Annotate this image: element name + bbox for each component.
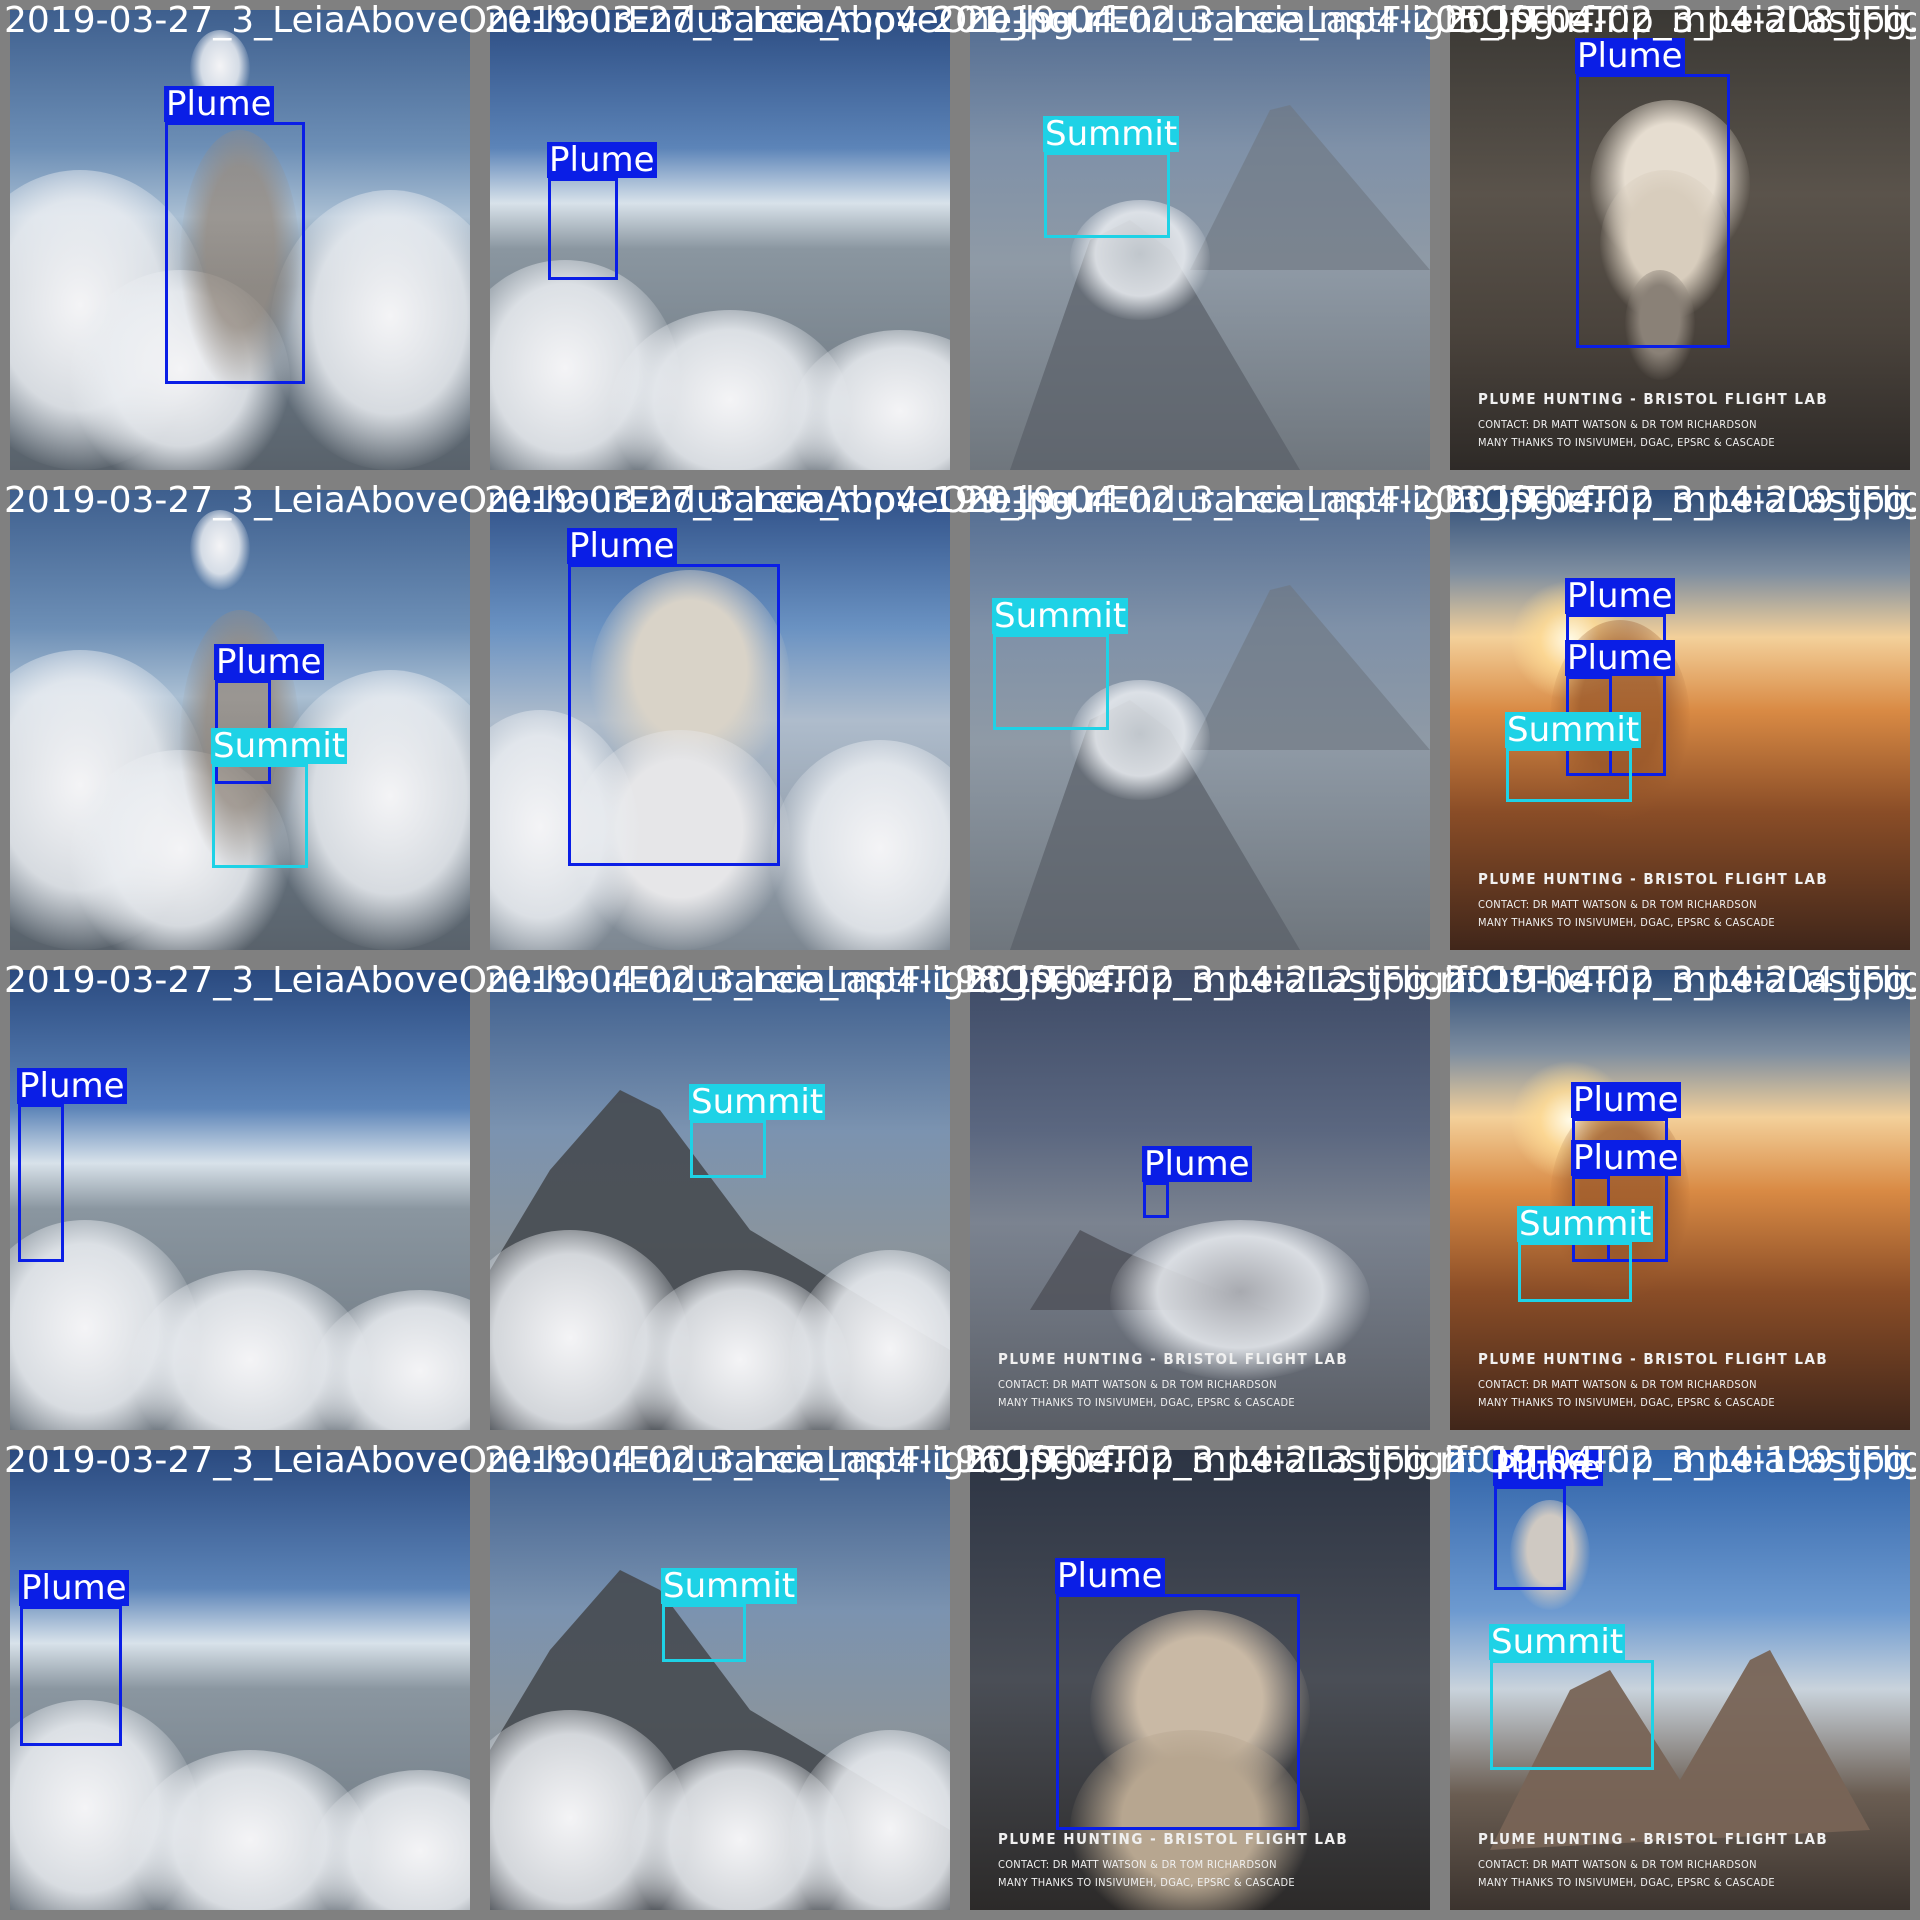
caption-contact: CONTACT: DR MATT WATSON & DR TOM RICHARD… xyxy=(1478,898,1757,911)
plume-label: Plume xyxy=(19,1568,129,1608)
plume-bounding-box xyxy=(18,1104,64,1262)
photo: PLUME HUNTING - BRISTOL FLIGHT LAB CONTAC… xyxy=(970,970,1430,1430)
image-tile: Plume xyxy=(0,960,480,1440)
caption-title: PLUME HUNTING - BRISTOL FLIGHT LAB xyxy=(1478,870,1829,888)
plume-label: Plume xyxy=(1571,1080,1681,1120)
caption-thanks: MANY THANKS TO INSIVUMEH, DGAC, EPSRC & … xyxy=(1478,436,1775,449)
caption-thanks: MANY THANKS TO INSIVUMEH, DGAC, EPSRC & … xyxy=(1478,1876,1775,1889)
summit-label: Summit xyxy=(1505,710,1642,750)
image-tile: Plume xyxy=(0,0,480,480)
caption-contact: CONTACT: DR MATT WATSON & DR TOM RICHARD… xyxy=(1478,418,1757,431)
image-filename: 2019-04-02_3_LeiaLastFlightOfTheTrip_mp4… xyxy=(1444,1440,1916,1481)
summit-bounding-box xyxy=(1518,1242,1632,1302)
caption-title: PLUME HUNTING - BRISTOL FLIGHT LAB xyxy=(1478,1350,1829,1368)
summit-bounding-box xyxy=(690,1120,766,1178)
plume-label: Plume xyxy=(17,1066,127,1106)
plume-label: Plume xyxy=(1565,638,1675,678)
caption-contact: CONTACT: DR MATT WATSON & DR TOM RICHARD… xyxy=(1478,1858,1757,1871)
plume-bounding-box xyxy=(568,564,780,866)
image-tile: Summit xyxy=(960,480,1440,960)
plume-bounding-box xyxy=(548,178,618,280)
summit-label: Summit xyxy=(992,596,1129,636)
caption-title: PLUME HUNTING - BRISTOL FLIGHT LAB xyxy=(998,1350,1349,1368)
summit-label: Summit xyxy=(211,726,348,766)
plume-bounding-box xyxy=(1576,74,1730,348)
plume-label: Plume xyxy=(164,84,274,124)
image-tile: Summit xyxy=(960,0,1440,480)
image-tile: Summit xyxy=(480,1440,960,1920)
image-tile: Summit xyxy=(480,960,960,1440)
caption-thanks: MANY THANKS TO INSIVUMEH, DGAC, EPSRC & … xyxy=(998,1396,1295,1409)
image-tile: PLUME HUNTING - BRISTOL FLIGHT LAB CONTAC… xyxy=(1440,1440,1920,1920)
plume-bounding-box xyxy=(1494,1486,1566,1590)
image-tile: Plume xyxy=(0,1440,480,1920)
plume-label: Plume xyxy=(547,140,657,180)
plume-bounding-box xyxy=(1056,1594,1300,1830)
summit-label: Summit xyxy=(1489,1622,1626,1662)
summit-label: Summit xyxy=(1517,1204,1654,1244)
caption-thanks: MANY THANKS TO INSIVUMEH, DGAC, EPSRC & … xyxy=(998,1876,1295,1889)
image-tile: PLUME HUNTING - BRISTOL FLIGHT LAB CONTAC… xyxy=(960,960,1440,1440)
photo xyxy=(10,970,470,1430)
photo xyxy=(490,970,950,1430)
image-filename: 2019-04-02_3_LeiaLastFlightOfTheTrip_mp4… xyxy=(1444,0,1916,41)
plume-label: Plume xyxy=(1575,36,1685,76)
photo xyxy=(970,10,1430,470)
caption-thanks: MANY THANKS TO INSIVUMEH, DGAC, EPSRC & … xyxy=(1478,916,1775,929)
caption-title: PLUME HUNTING - BRISTOL FLIGHT LAB xyxy=(1478,390,1829,408)
caption-title: PLUME HUNTING - BRISTOL FLIGHT LAB xyxy=(998,1830,1349,1848)
caption-contact: CONTACT: DR MATT WATSON & DR TOM RICHARD… xyxy=(998,1858,1277,1871)
plume-bounding-box xyxy=(165,122,305,384)
image-tile: PLUME HUNTING - BRISTOL FLIGHT LAB CONTAC… xyxy=(960,1440,1440,1920)
summit-bounding-box xyxy=(662,1604,746,1662)
plume-label: Plume xyxy=(1565,576,1675,616)
image-tile: PLUME HUNTING - BRISTOL FLIGHT LAB CONTAC… xyxy=(1440,480,1920,960)
summit-bounding-box xyxy=(1044,152,1170,238)
image-tile: Plume xyxy=(480,0,960,480)
photo: PLUME HUNTING - BRISTOL FLIGHT LAB CONTAC… xyxy=(1450,970,1910,1430)
plume-bounding-box xyxy=(1143,1182,1169,1218)
caption-thanks: MANY THANKS TO INSIVUMEH, DGAC, EPSRC & … xyxy=(1478,1396,1775,1409)
image-tile: Plume xyxy=(480,480,960,960)
summit-label: Summit xyxy=(1043,114,1180,154)
image-filename: 2019-04-02_3_LeiaLastFlightOfTheTrip_mp4… xyxy=(1444,480,1916,521)
summit-label: Summit xyxy=(689,1082,826,1122)
image-tile: PLUME HUNTING - BRISTOL FLIGHT LAB CONTAC… xyxy=(1440,960,1920,1440)
image-tile: Plume Summit xyxy=(0,480,480,960)
summit-bounding-box xyxy=(993,634,1109,730)
plume-bounding-box xyxy=(20,1606,122,1746)
plume-label: Plume xyxy=(567,526,677,566)
summit-bounding-box xyxy=(1506,748,1632,802)
image-filename: 2019-04-02_3_LeiaLastFlightOfTheTrip_mp4… xyxy=(1444,960,1916,1001)
caption-contact: CONTACT: DR MATT WATSON & DR TOM RICHARD… xyxy=(998,1378,1277,1391)
plume-label: Plume xyxy=(1571,1138,1681,1178)
summit-label: Summit xyxy=(661,1566,798,1606)
plume-label: Plume xyxy=(214,642,324,682)
caption-title: PLUME HUNTING - BRISTOL FLIGHT LAB xyxy=(1478,1830,1829,1848)
summit-bounding-box xyxy=(212,764,308,868)
photo xyxy=(490,1450,950,1910)
plume-label: Plume xyxy=(1055,1556,1165,1596)
plume-label: Plume xyxy=(1142,1144,1252,1184)
cloud-shape xyxy=(190,510,250,590)
caption-contact: CONTACT: DR MATT WATSON & DR TOM RICHARD… xyxy=(1478,1378,1757,1391)
image-tile: PLUME HUNTING - BRISTOL FLIGHT LAB CONTAC… xyxy=(1440,0,1920,480)
summit-bounding-box xyxy=(1490,1660,1654,1770)
